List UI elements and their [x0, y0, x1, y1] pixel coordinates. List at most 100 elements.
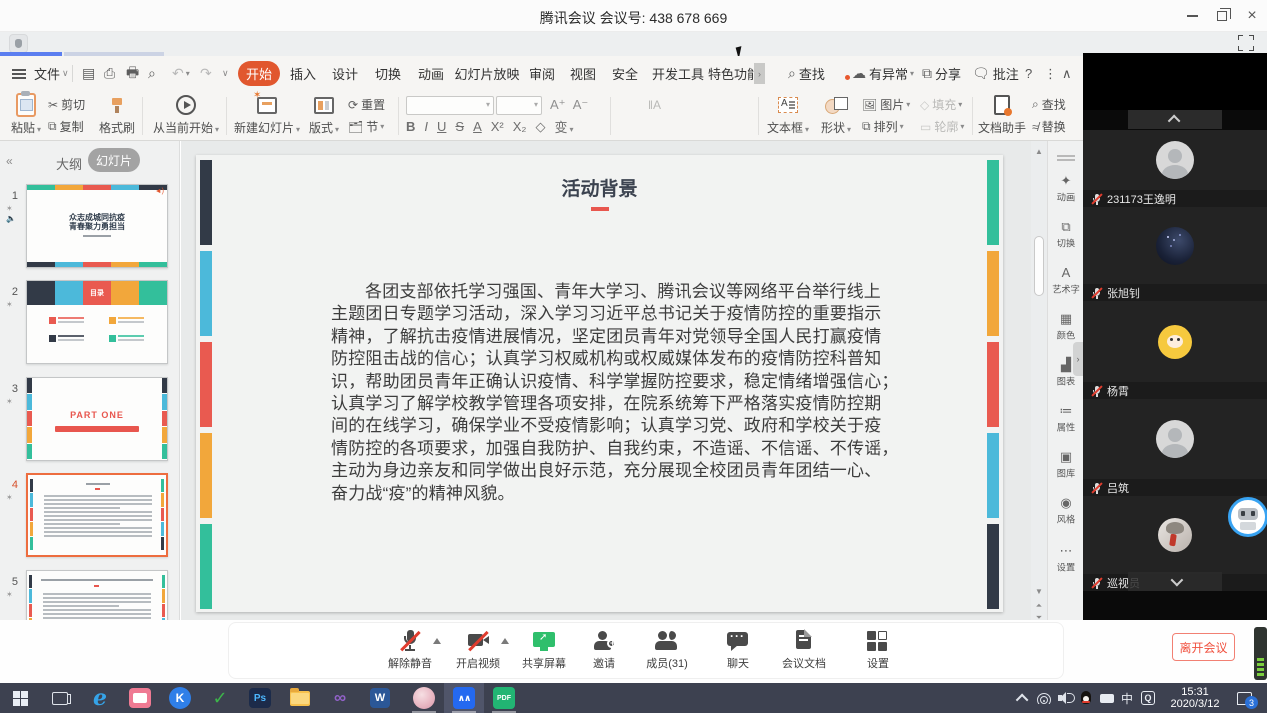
- outline-button[interactable]: ▭轮廓▾: [920, 118, 964, 135]
- scrollbar-thumb[interactable]: [1034, 236, 1044, 296]
- tray-qq-icon[interactable]: [1076, 683, 1096, 713]
- side-color-icon[interactable]: ▦颜色: [1048, 311, 1084, 342]
- side-style-icon[interactable]: ◉风格: [1048, 495, 1084, 526]
- meet-settings-button[interactable]: 设置: [855, 630, 901, 671]
- tab-slides[interactable]: 幻灯片: [88, 148, 140, 172]
- canvas-scrollbar[interactable]: ▲ ▼ ⏶ ⏷: [1031, 141, 1047, 622]
- taskbar-task-view-icon[interactable]: [40, 683, 80, 713]
- comment-menu[interactable]: 🗨批注: [972, 56, 1019, 91]
- taskbar-visual-studio-icon[interactable]: ∞: [320, 683, 360, 713]
- side-gallery-icon[interactable]: ▣图库: [1048, 449, 1084, 480]
- find-button[interactable]: ⌕查找: [1032, 96, 1066, 113]
- tab-开发工具[interactable]: 开发工具: [650, 56, 706, 91]
- replace-button[interactable]: ≉替换: [1032, 118, 1066, 135]
- font-name-combo[interactable]: [406, 96, 494, 115]
- shape-button[interactable]: 形状▾: [816, 93, 856, 136]
- section-button[interactable]: 🗂节▾: [348, 118, 384, 135]
- tab-安全[interactable]: 安全: [608, 56, 642, 91]
- taskbar-start-button[interactable]: [0, 683, 40, 713]
- abnormal-menu[interactable]: ☁有异常▾: [852, 56, 914, 91]
- slide-thumbnail-3[interactable]: PART ONE: [26, 377, 168, 461]
- textbox-button[interactable]: 文本框▾: [764, 93, 812, 136]
- font-style-buttons[interactable]: BIUSAX²X₂◇变▾: [406, 118, 583, 135]
- current-slide[interactable]: 活动背景 各团支部依托学习强国、青年大学习、腾讯会议等网络平台举行线上主题团日专…: [196, 155, 1003, 612]
- find-menu[interactable]: ⌕查找: [788, 56, 825, 91]
- format-painter-button[interactable]: 格式刷: [96, 93, 138, 136]
- play-from-current-button[interactable]: 从当前开始▾: [148, 93, 224, 136]
- leave-meeting-button[interactable]: 离开会议: [1172, 633, 1235, 661]
- paste-button[interactable]: 粘贴▾: [8, 93, 44, 136]
- collapse-ribbon-icon[interactable]: ∧: [1062, 56, 1072, 91]
- side-wordart-icon[interactable]: A艺术字: [1048, 265, 1084, 296]
- dropdown-arrow-icon[interactable]: [433, 638, 441, 644]
- meet-share-screen-button[interactable]: 共享屏幕: [521, 630, 567, 671]
- meet-chat-button[interactable]: 聊天: [715, 630, 761, 671]
- tab-scroll-arrow[interactable]: ›: [754, 63, 765, 84]
- meet-unmute-button[interactable]: 解除静音: [387, 630, 433, 671]
- tab-插入[interactable]: 插入: [286, 56, 320, 91]
- close-button[interactable]: ×: [1237, 0, 1267, 32]
- tab-幻灯片放映[interactable]: 幻灯片放映: [456, 56, 518, 91]
- taskbar-v-app-icon[interactable]: ✓: [200, 683, 240, 713]
- share-menu[interactable]: ⧉分享: [922, 56, 961, 91]
- expand-strip[interactable]: [1128, 110, 1222, 129]
- print-icon[interactable]: 🖶: [126, 56, 139, 91]
- tray-touchpad-icon[interactable]: [1097, 683, 1117, 713]
- tab-特色功能[interactable]: 特色功能: [712, 56, 756, 91]
- arrange-button[interactable]: ⧉排列▾: [862, 118, 904, 135]
- reset-button[interactable]: ⟳重置: [348, 96, 385, 113]
- tab-设计[interactable]: 设计: [328, 56, 362, 91]
- align-buttons[interactable]: [620, 118, 662, 135]
- quickbar-dropdown-icon[interactable]: ∨: [222, 56, 229, 91]
- slide-thumbnail-4[interactable]: [26, 473, 168, 557]
- tray-ime-icon[interactable]: 中: [1118, 683, 1136, 713]
- side-transition-icon[interactable]: ⧉切换: [1048, 219, 1084, 250]
- fullscreen-icon[interactable]: [1238, 35, 1254, 51]
- panel-collapse-icon[interactable]: «: [6, 154, 13, 168]
- file-menu[interactable]: 文件∨: [34, 56, 69, 91]
- new-slide-button[interactable]: 新建幻灯片▾: [232, 93, 302, 136]
- copy-button[interactable]: ⧉复制: [48, 118, 84, 135]
- taskbar-explorer-icon[interactable]: [280, 683, 320, 713]
- taskbar-bilibili-icon[interactable]: [120, 683, 160, 713]
- more-icon[interactable]: ⋮: [1044, 56, 1057, 91]
- tray-chevron-up-icon[interactable]: [1014, 683, 1032, 713]
- help-icon[interactable]: ?: [1025, 56, 1032, 91]
- tray-q-icon[interactable]: Q: [1138, 683, 1158, 713]
- tab-审阅[interactable]: 审阅: [525, 56, 559, 91]
- taskbar-edge-icon[interactable]: e: [80, 683, 120, 713]
- dropdown-arrow-icon[interactable]: [501, 638, 509, 644]
- side-properties-icon[interactable]: ≔属性: [1048, 403, 1084, 434]
- cut-button[interactable]: ✂剪切: [48, 96, 85, 113]
- minimize-button[interactable]: [1177, 0, 1207, 32]
- assistant-robot-button[interactable]: [1228, 497, 1267, 537]
- redo-icon[interactable]: ↷: [200, 56, 212, 91]
- restore-button[interactable]: [1207, 0, 1237, 32]
- preview-icon[interactable]: ⌕: [148, 56, 156, 91]
- slide-thumbnail-1[interactable]: 众志成城同抗疫青春聚力勇担当◄): [26, 184, 168, 268]
- toolbar-handle[interactable]: [1057, 155, 1075, 157]
- undo-icon[interactable]: ↶▾: [172, 56, 190, 91]
- tab-动画[interactable]: 动画: [414, 56, 448, 91]
- export-icon[interactable]: ⎙: [104, 56, 115, 91]
- tab-开始[interactable]: 开始: [238, 61, 280, 86]
- panel-expand-tab[interactable]: ›: [1073, 342, 1083, 376]
- meet-members-button[interactable]: 成员(31): [641, 630, 693, 671]
- taskbar-wps-pdf-icon[interactable]: PDF: [484, 683, 524, 713]
- taskbar-kugou-icon[interactable]: K: [160, 683, 200, 713]
- doc-assistant-button[interactable]: 文档助手: [976, 93, 1028, 136]
- taskbar-word-icon[interactable]: W: [360, 683, 400, 713]
- side-settings-icon[interactable]: ⋯设置: [1048, 543, 1084, 574]
- taskbar-tencent-meeting-icon[interactable]: ∧∧: [444, 683, 484, 713]
- list-buttons[interactable]: ‖A: [620, 96, 661, 113]
- font-size-combo[interactable]: [496, 96, 542, 115]
- meet-docs-button[interactable]: 会议文档: [781, 630, 827, 671]
- tray-clock[interactable]: 15:312020/3/12: [1162, 686, 1228, 710]
- increase-font-button[interactable]: A⁺ A⁻: [550, 96, 588, 113]
- collapse-strip[interactable]: [1128, 572, 1222, 591]
- picture-button[interactable]: 🖼图片▾: [862, 96, 910, 113]
- scroll-down-icon[interactable]: ▼: [1031, 587, 1047, 596]
- main-menu-icon[interactable]: [12, 56, 26, 91]
- tray-wifi-icon[interactable]: [1034, 683, 1054, 713]
- slide-thumbnail-2[interactable]: 目录: [26, 280, 168, 364]
